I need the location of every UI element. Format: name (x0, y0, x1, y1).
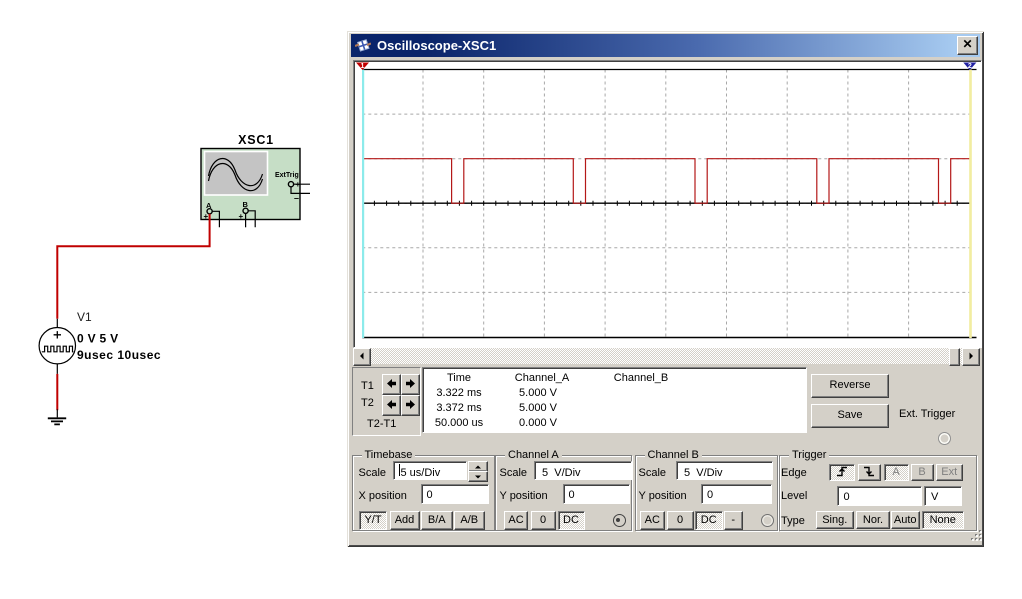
svg-text:–: – (221, 214, 226, 224)
svg-text:+: + (204, 212, 209, 221)
svg-text:+: + (239, 212, 244, 221)
svg-text:ExtTrig: ExtTrig (275, 172, 299, 179)
svg-text:V1: V1 (77, 310, 92, 324)
svg-text:–: – (294, 193, 299, 203)
svg-text:1: 1 (361, 63, 365, 70)
svg-text:9usec 10usec: 9usec 10usec (77, 348, 161, 362)
svg-text:–: – (257, 214, 262, 224)
svg-text:XSC1: XSC1 (238, 133, 274, 147)
svg-text:0 V 5 V: 0 V 5 V (77, 332, 118, 346)
svg-text:2: 2 (968, 63, 972, 70)
